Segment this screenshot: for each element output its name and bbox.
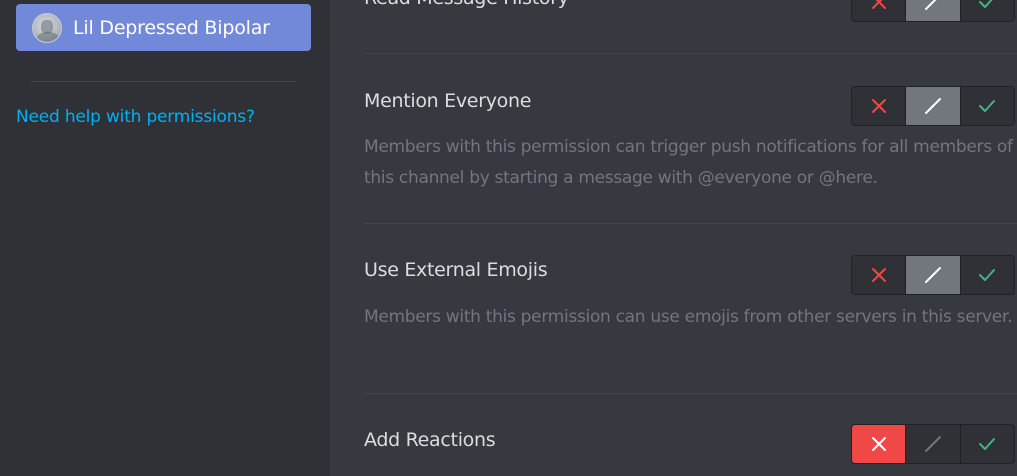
permission-title: Read Message History: [364, 0, 569, 9]
slash-icon: [924, 0, 937, 10]
allow-button[interactable]: [959, 0, 1014, 21]
deny-button[interactable]: [852, 0, 905, 21]
allow-button[interactable]: [959, 256, 1014, 294]
sidebar-divider: [31, 81, 296, 82]
permission-description: Members with this permission can use emo…: [364, 307, 1013, 327]
x-icon: [871, 437, 886, 451]
x-icon: [871, 268, 886, 282]
permission-toggle-mention-everyone: [851, 86, 1015, 126]
role-item-selected[interactable]: Lil Depressed Bipolar: [16, 4, 311, 51]
neutral-button[interactable]: [905, 87, 960, 125]
row-divider: [364, 53, 1017, 54]
slash-icon: [924, 267, 941, 283]
slash-icon: [924, 98, 941, 114]
deny-button[interactable]: [852, 425, 906, 463]
permission-title: Add Reactions: [364, 429, 496, 451]
x-icon: [871, 99, 886, 113]
slash-icon: [924, 436, 941, 452]
check-icon: [979, 100, 996, 112]
permission-toggle-use-external-emojis: [851, 255, 1015, 295]
check-icon: [979, 0, 993, 8]
neutral-button[interactable]: [905, 0, 960, 21]
permission-toggle-read-message-history: [851, 0, 1015, 22]
permission-toggle-add-reactions: [851, 424, 1015, 464]
sidebar: Lil Depressed Bipolar Need help with per…: [0, 0, 330, 476]
help-permissions-link[interactable]: Need help with permissions?: [16, 107, 255, 127]
check-icon: [979, 269, 996, 281]
permission-description: Members with this permission can trigger…: [364, 137, 1013, 188]
role-avatar-icon: [32, 12, 62, 43]
allow-button[interactable]: [959, 87, 1014, 125]
deny-button[interactable]: [852, 87, 905, 125]
x-icon: [871, 0, 886, 9]
allow-button[interactable]: [959, 425, 1014, 463]
role-name: Lil Depressed Bipolar: [73, 16, 270, 39]
permission-title: Mention Everyone: [364, 90, 532, 112]
permission-title: Use External Emojis: [364, 259, 548, 281]
row-divider: [364, 223, 1017, 224]
deny-button[interactable]: [852, 256, 905, 294]
neutral-button[interactable]: [905, 425, 959, 463]
check-icon: [979, 438, 996, 450]
row-divider: [364, 393, 1017, 394]
permissions-panel: Read Message History Mention Everyone Me…: [330, 0, 1017, 476]
neutral-button[interactable]: [905, 256, 960, 294]
